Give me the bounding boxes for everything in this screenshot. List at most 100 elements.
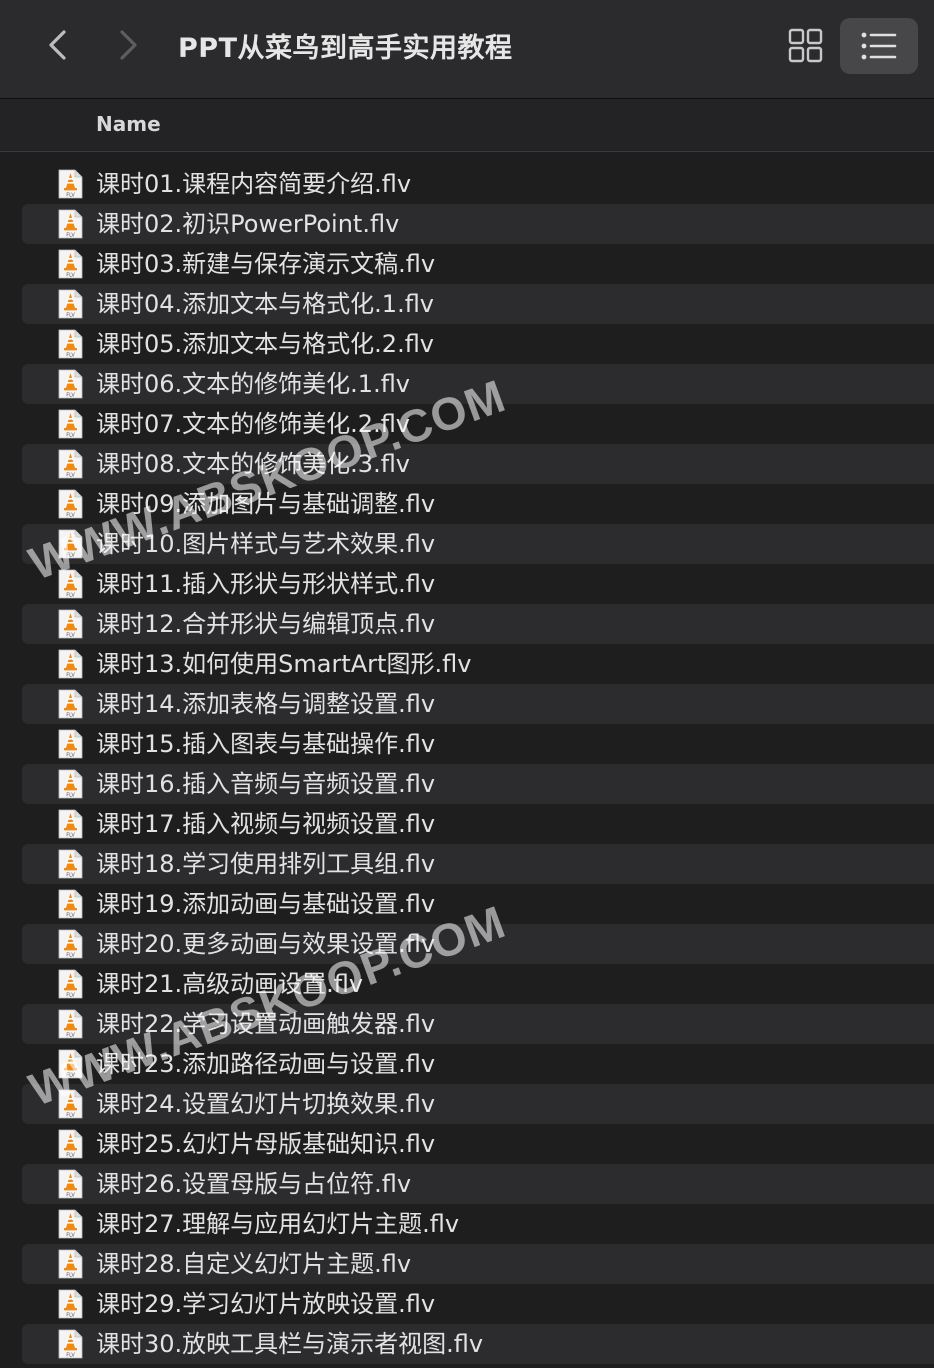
svg-text:FLV: FLV xyxy=(66,193,75,199)
list-item[interactable]: FLV 课时03.新建与保存演示文稿.flv xyxy=(0,244,934,284)
svg-text:FLV: FLV xyxy=(66,1073,75,1079)
file-name: 课时01.课程内容简要介绍.flv xyxy=(96,170,412,198)
list-item[interactable]: FLV 课时11.插入形状与形状样式.flv xyxy=(0,564,934,604)
list-item[interactable]: FLV 课时10.图片样式与艺术效果.flv xyxy=(0,524,934,564)
forward-button[interactable] xyxy=(108,24,148,66)
svg-text:FLV: FLV xyxy=(66,1033,75,1039)
list-item[interactable]: FLV 课时14.添加表格与调整设置.flv xyxy=(0,684,934,724)
column-header-name[interactable]: Name xyxy=(96,112,161,136)
svg-text:FLV: FLV xyxy=(66,753,75,759)
list-item[interactable]: FLV 课时28.自定义幻灯片主题.flv xyxy=(0,1244,934,1284)
file-name: 课时07.文本的修饰美化.2.flv xyxy=(96,410,411,438)
vlc-flv-file-icon: FLV xyxy=(57,1169,83,1199)
list-item[interactable]: FLV 课时24.设置幻灯片切换效果.flv xyxy=(0,1084,934,1124)
list-item[interactable]: FLV 课时13.如何使用SmartArt图形.flv xyxy=(0,644,934,684)
vlc-flv-file-icon: FLV xyxy=(57,769,83,799)
file-name: 课时27.理解与应用幻灯片主题.flv xyxy=(96,1210,460,1238)
vlc-flv-file-icon: FLV xyxy=(57,929,83,959)
svg-text:FLV: FLV xyxy=(66,1233,75,1239)
list-item[interactable]: FLV 课时18.学习使用排列工具组.flv xyxy=(0,844,934,884)
file-name: 课时03.新建与保存演示文稿.flv xyxy=(96,250,436,278)
list-item[interactable]: FLV 课时08.文本的修饰美化.3.flv xyxy=(0,444,934,484)
list-item[interactable]: FLV 课时20.更多动画与效果设置.flv xyxy=(0,924,934,964)
vlc-flv-file-icon: FLV xyxy=(57,289,83,319)
svg-text:FLV: FLV xyxy=(66,353,75,359)
list-item[interactable]: FLV 课时06.文本的修饰美化.1.flv xyxy=(0,364,934,404)
vlc-flv-file-icon: FLV xyxy=(57,1129,83,1159)
list-item[interactable]: FLV 课时09.添加图片与基础调整.flv xyxy=(0,484,934,524)
vlc-flv-file-icon: FLV xyxy=(57,489,83,519)
svg-text:FLV: FLV xyxy=(66,953,75,959)
file-name: 课时09.添加图片与基础调整.flv xyxy=(96,490,436,518)
svg-text:FLV: FLV xyxy=(66,313,75,319)
file-name: 课时06.文本的修饰美化.1.flv xyxy=(96,370,411,398)
toolbar: PPT从菜鸟到高手实用教程 xyxy=(0,0,934,99)
list-item[interactable]: FLV 课时30.放映工具栏与演示者视图.flv xyxy=(0,1324,934,1364)
grid-view-icon xyxy=(788,28,823,63)
vlc-flv-file-icon: FLV xyxy=(57,409,83,439)
list-item[interactable]: FLV 课时05.添加文本与格式化.2.flv xyxy=(0,324,934,364)
file-name: 课时30.放映工具栏与演示者视图.flv xyxy=(96,1330,484,1358)
list-item[interactable]: FLV 课时29.学习幻灯片放映设置.flv xyxy=(0,1284,934,1324)
list-item[interactable]: FLV 课时15.插入图表与基础操作.flv xyxy=(0,724,934,764)
vlc-flv-file-icon: FLV xyxy=(57,729,83,759)
svg-text:FLV: FLV xyxy=(66,833,75,839)
grid-view-button[interactable] xyxy=(780,22,830,68)
list-item[interactable]: FLV 课时04.添加文本与格式化.1.flv xyxy=(0,284,934,324)
list-item[interactable]: FLV 课时12.合并形状与编辑顶点.flv xyxy=(0,604,934,644)
vlc-flv-file-icon: FLV xyxy=(57,249,83,279)
list-item[interactable]: FLV 课时26.设置母版与占位符.flv xyxy=(0,1164,934,1204)
vlc-flv-file-icon: FLV xyxy=(57,569,83,599)
list-item[interactable]: FLV 课时01.课程内容简要介绍.flv xyxy=(0,164,934,204)
vlc-flv-file-icon: FLV xyxy=(57,369,83,399)
list-item[interactable]: FLV 课时21.高级动画设置.flv xyxy=(0,964,934,1004)
svg-text:FLV: FLV xyxy=(66,993,75,999)
vlc-flv-file-icon: FLV xyxy=(57,1049,83,1079)
svg-text:FLV: FLV xyxy=(66,553,75,559)
list-item[interactable]: FLV 课时17.插入视频与视频设置.flv xyxy=(0,804,934,844)
list-item[interactable]: FLV 课时19.添加动画与基础设置.flv xyxy=(0,884,934,924)
svg-text:FLV: FLV xyxy=(66,1353,75,1359)
chevron-left-icon xyxy=(49,30,66,60)
vlc-flv-file-icon: FLV xyxy=(57,689,83,719)
file-name: 课时23.添加路径动画与设置.flv xyxy=(96,1050,436,1078)
file-name: 课时04.添加文本与格式化.1.flv xyxy=(96,290,435,318)
column-header: Name xyxy=(0,99,934,152)
svg-text:FLV: FLV xyxy=(66,473,75,479)
vlc-flv-file-icon: FLV xyxy=(57,889,83,919)
file-name: 课时12.合并形状与编辑顶点.flv xyxy=(96,610,436,638)
svg-text:FLV: FLV xyxy=(66,1193,75,1199)
back-button[interactable] xyxy=(38,24,78,66)
vlc-flv-file-icon: FLV xyxy=(57,1289,83,1319)
list-item[interactable]: FLV 课时27.理解与应用幻灯片主题.flv xyxy=(0,1204,934,1244)
svg-text:FLV: FLV xyxy=(66,1273,75,1279)
finder-window: PPT从菜鸟到高手实用教程 Name FLV 课时01.课程内容简要介绍.flv F… xyxy=(0,0,934,1368)
list-item[interactable]: FLV 课时02.初识PowerPoint.flv xyxy=(0,204,934,244)
svg-text:FLV: FLV xyxy=(66,913,75,919)
file-name: 课时10.图片样式与艺术效果.flv xyxy=(96,530,436,558)
file-name: 课时15.插入图表与基础操作.flv xyxy=(96,730,436,758)
file-name: 课时24.设置幻灯片切换效果.flv xyxy=(96,1090,436,1118)
svg-text:FLV: FLV xyxy=(66,393,75,399)
svg-text:FLV: FLV xyxy=(66,233,75,239)
list-item[interactable]: FLV 课时23.添加路径动画与设置.flv xyxy=(0,1044,934,1084)
vlc-flv-file-icon: FLV xyxy=(57,449,83,479)
list-item[interactable]: FLV 课时16.插入音频与音频设置.flv xyxy=(0,764,934,804)
file-name: 课时25.幻灯片母版基础知识.flv xyxy=(96,1130,436,1158)
file-name: 课时08.文本的修饰美化.3.flv xyxy=(96,450,411,478)
list-item[interactable]: FLV 课时22.学习设置动画触发器.flv xyxy=(0,1004,934,1044)
file-name: 课时19.添加动画与基础设置.flv xyxy=(96,890,436,918)
vlc-flv-file-icon: FLV xyxy=(57,849,83,879)
svg-text:FLV: FLV xyxy=(66,1113,75,1119)
list-view-button[interactable] xyxy=(840,18,918,74)
vlc-flv-file-icon: FLV xyxy=(57,1089,83,1119)
list-item[interactable]: FLV 课时25.幻灯片母版基础知识.flv xyxy=(0,1124,934,1164)
window-title: PPT从菜鸟到高手实用教程 xyxy=(178,33,513,64)
svg-text:FLV: FLV xyxy=(66,793,75,799)
vlc-flv-file-icon: FLV xyxy=(57,1009,83,1039)
vlc-flv-file-icon: FLV xyxy=(57,529,83,559)
chevron-right-icon xyxy=(120,30,137,60)
file-name: 课时13.如何使用SmartArt图形.flv xyxy=(96,650,472,678)
vlc-flv-file-icon: FLV xyxy=(57,649,83,679)
list-item[interactable]: FLV 课时07.文本的修饰美化.2.flv xyxy=(0,404,934,444)
